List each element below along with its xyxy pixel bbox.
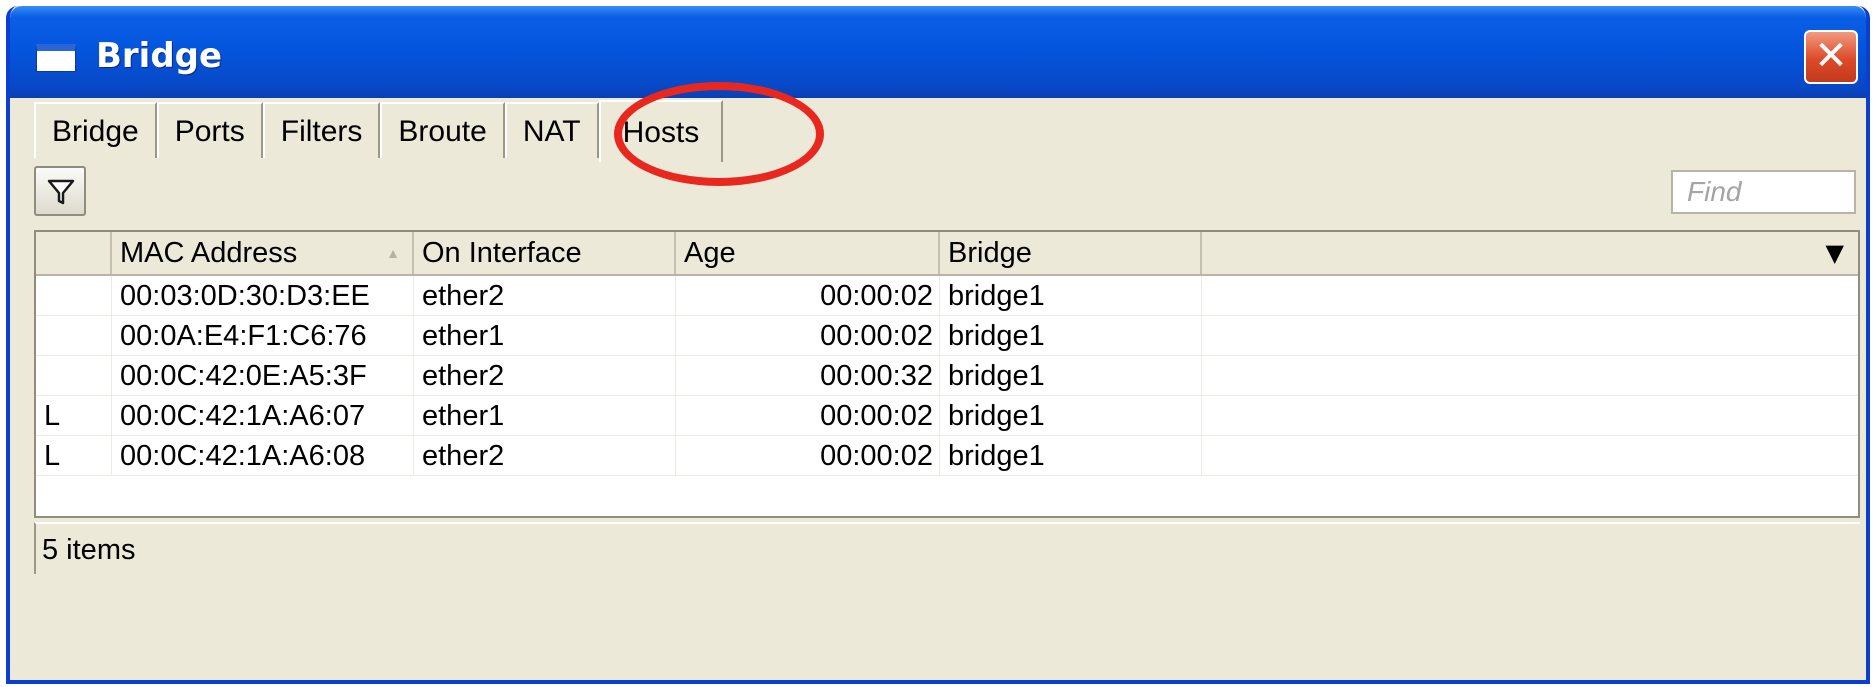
bridge-cell: bridge1 [940,316,1202,356]
bridge-window: Bridge ✕ Bridge Ports Filters Broute NAT… [6,6,1870,684]
close-button[interactable]: ✕ [1804,30,1858,84]
hosts-table: MAC Address ▲ On Interface Age Bridge ▼ … [34,230,1860,518]
funnel-icon [47,179,75,205]
filter-button[interactable] [34,166,86,216]
bridge-cell: bridge1 [940,276,1202,316]
flag-cell: L [36,436,112,476]
table-header: MAC Address ▲ On Interface Age Bridge ▼ [36,232,1858,276]
column-header-age[interactable]: Age [676,232,940,274]
table-row[interactable]: 00:03:0D:30:D3:EE ether2 00:00:02 bridge… [36,276,1858,316]
age-cell: 00:00:02 [676,436,940,476]
table-row[interactable]: L 00:0C:42:1A:A6:08 ether2 00:00:02 brid… [36,436,1858,476]
tab-bridge[interactable]: Bridge [34,102,157,158]
bridge-cell: bridge1 [940,396,1202,436]
age-cell: 00:00:02 [676,276,940,316]
mac-cell: 00:03:0D:30:D3:EE [112,276,414,316]
table-row[interactable]: 00:0C:42:0E:A5:3F ether2 00:00:32 bridge… [36,356,1858,396]
find-input[interactable] [1671,170,1856,214]
tab-hosts[interactable]: Hosts [598,100,724,162]
mac-cell: 00:0C:42:1A:A6:07 [112,396,414,436]
column-header-extra [1202,232,1858,274]
column-header-on-interface[interactable]: On Interface [414,232,676,274]
column-header-label: MAC Address [120,237,298,269]
bridge-cell: bridge1 [940,436,1202,476]
column-header-mac-address[interactable]: MAC Address ▲ [112,232,414,274]
columns-dropdown-icon[interactable]: ▼ [1826,232,1844,274]
title-bar[interactable]: Bridge ✕ [10,6,1866,98]
table-row[interactable]: 00:0A:E4:F1:C6:76 ether1 00:00:02 bridge… [36,316,1858,356]
flag-cell [36,356,112,396]
bridge-cell: bridge1 [940,356,1202,396]
sort-ascending-icon: ▲ [386,245,400,261]
interface-cell: ether2 [414,356,676,396]
window-icon [36,44,76,72]
tab-broute[interactable]: Broute [380,102,505,158]
flag-cell [36,316,112,356]
interface-cell: ether2 [414,436,676,476]
window-title: Bridge [96,36,223,76]
interface-cell: ether2 [414,276,676,316]
mac-cell: 00:0C:42:1A:A6:08 [112,436,414,476]
column-header-bridge[interactable]: Bridge [940,232,1202,274]
flag-cell [36,276,112,316]
age-cell: 00:00:02 [676,396,940,436]
tab-nat[interactable]: NAT [504,102,599,158]
age-cell: 00:00:02 [676,316,940,356]
tab-filters[interactable]: Filters [262,102,381,158]
status-bar: 5 items [34,522,1860,574]
age-cell: 00:00:32 [676,356,940,396]
mac-cell: 00:0C:42:0E:A5:3F [112,356,414,396]
flag-cell: L [36,396,112,436]
interface-cell: ether1 [414,316,676,356]
table-row[interactable]: L 00:0C:42:1A:A6:07 ether1 00:00:02 brid… [36,396,1858,436]
tab-ports[interactable]: Ports [156,102,263,158]
item-count: 5 items [42,534,136,566]
tab-bar: Bridge Ports Filters Broute NAT Hosts [34,98,1866,162]
interface-cell: ether1 [414,396,676,436]
column-header-flags[interactable] [36,232,112,274]
mac-cell: 00:0A:E4:F1:C6:76 [112,316,414,356]
